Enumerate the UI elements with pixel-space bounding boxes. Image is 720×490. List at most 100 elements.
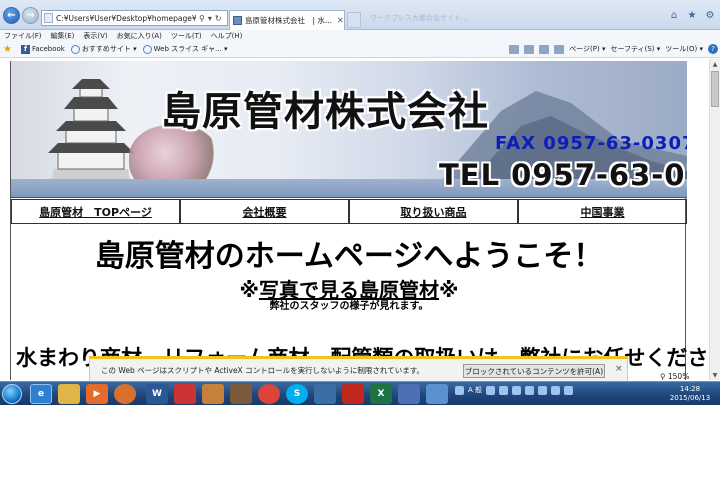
home-command-icon[interactable] — [509, 44, 520, 54]
help-icon[interactable]: ? — [708, 44, 718, 54]
file-explorer-icon[interactable] — [58, 384, 80, 404]
ime-indicator[interactable]: A 般 — [468, 385, 482, 395]
scroll-down-icon[interactable]: ▼ — [710, 370, 720, 380]
tab-title: 島原管材株式会社 | 水... — [245, 16, 333, 25]
nav-china-business[interactable]: 中国事業 — [518, 199, 687, 224]
page-viewport: 島原管材株式会社 FAX 0957-63-0307 TEL 0957-63-01… — [0, 59, 709, 380]
back-button[interactable]: ← — [3, 7, 20, 24]
favorites-button[interactable]: ★ — [0, 44, 15, 55]
application-icon-brown[interactable] — [230, 384, 252, 404]
security-notification-bar: この Web ページはスクリプトや ActiveX コントロールを実行しないよう… — [89, 356, 628, 382]
browser-tab-active[interactable]: 島原管材株式会社 | 水... ✕ — [229, 10, 345, 30]
tray-app-icon[interactable] — [455, 385, 464, 395]
browser-title-bar: ← → C:¥Users¥User¥Desktop¥homepage¥www. … — [0, 0, 720, 30]
menu-file[interactable]: ファイル(F) — [4, 31, 42, 41]
tray-icon-5[interactable] — [538, 385, 548, 395]
forward-button[interactable]: → — [22, 7, 39, 24]
browser-top-icons: ⌂ ★ ⚙ — [668, 9, 716, 21]
menu-view[interactable]: 表示(V) — [83, 31, 107, 41]
menu-favorites[interactable]: お気に入り(A) — [117, 31, 162, 41]
vertical-scrollbar[interactable]: ▲ ▼ — [709, 59, 720, 380]
favorite-facebook-label: Facebook — [31, 45, 65, 53]
clock-date: 2015/06/13 — [669, 394, 711, 402]
menu-help[interactable]: ヘルプ(H) — [211, 31, 243, 41]
application-icon-indigo[interactable] — [398, 384, 420, 404]
favorites-star-icon[interactable]: ★ — [686, 9, 698, 21]
nav-top-page[interactable]: 島原管材 TOPページ — [11, 199, 180, 224]
tray-icon-3[interactable] — [512, 385, 522, 395]
scroll-up-icon[interactable]: ▲ — [710, 59, 720, 69]
background-tab-text: ワークプレス大都合会サイト... — [370, 14, 468, 22]
notification-message: この Web ページはスクリプトや ActiveX コントロールを実行しないよう… — [101, 365, 424, 375]
menu-tools[interactable]: ツール(T) — [171, 31, 202, 41]
zoom-icon: ⚲ — [660, 372, 668, 381]
ie-icon — [70, 44, 80, 54]
home-icon[interactable]: ⌂ — [668, 9, 680, 21]
company-name: 島原管材株式会社 — [161, 89, 489, 135]
acrobat-icon[interactable] — [342, 384, 364, 404]
castle-graphic — [48, 79, 134, 184]
fax-number: FAX 0957-63-0307 — [495, 133, 687, 154]
application-icon-orange[interactable] — [202, 384, 224, 404]
start-button[interactable] — [2, 384, 22, 404]
application-icon-red[interactable] — [174, 384, 196, 404]
volume-icon[interactable] — [564, 385, 574, 395]
clock-time: 14:28 — [679, 385, 701, 393]
favorite-suggested-sites[interactable]: おすすめサイト ▾ — [70, 44, 137, 54]
tray-icon-4[interactable] — [525, 385, 535, 395]
forward-arrow-icon: → — [26, 10, 35, 21]
favorite-web-slice[interactable]: Web スライス ギャ... ▾ — [142, 44, 228, 54]
excel-icon[interactable]: X — [370, 384, 392, 404]
facebook-icon: f — [20, 44, 30, 54]
media-player-icon[interactable]: ▶ — [86, 384, 108, 404]
menu-bar: ファイル(F) 編集(E) 表示(V) お気に入り(A) ツール(T) ヘルプ(… — [0, 30, 720, 41]
address-bar[interactable]: C:¥Users¥User¥Desktop¥homepage¥www. ⚲ ▾ … — [41, 10, 228, 26]
nav-company-profile[interactable]: 会社概要 — [180, 199, 349, 224]
scroll-thumb[interactable] — [711, 71, 719, 107]
new-tab-button[interactable] — [347, 12, 361, 28]
firefox-icon[interactable] — [114, 384, 136, 404]
command-bar: ページ(P) ▾ セーフティ(S) ▾ ツール(O) ▾ ? — [509, 44, 718, 54]
refresh-icon[interactable]: ↻ — [215, 14, 222, 23]
allow-blocked-content-button[interactable]: ブロックされているコンテンツを許可(A) — [463, 364, 605, 378]
tools-menu[interactable]: ツール(O) ▾ — [665, 44, 703, 54]
skype-icon[interactable]: S — [286, 384, 308, 404]
web-slice-icon — [142, 44, 152, 54]
favicon-icon — [233, 16, 242, 25]
mail-icon[interactable] — [539, 44, 550, 54]
safety-menu[interactable]: セーフティ(S) ▾ — [610, 44, 660, 54]
menu-edit[interactable]: 編集(E) — [51, 31, 75, 41]
dropdown-icon[interactable]: ▾ — [208, 14, 212, 23]
print-icon[interactable] — [554, 44, 565, 54]
tab-close-icon[interactable]: ✕ — [337, 16, 344, 25]
page-menu[interactable]: ページ(P) ▾ — [569, 44, 605, 54]
back-arrow-icon: ← — [7, 10, 16, 21]
application-icon-blue[interactable] — [314, 384, 336, 404]
nav-products[interactable]: 取り扱い商品 — [349, 199, 518, 224]
windows-taskbar: e ▶ W S X A 般 14:28 2015/06/13 — [0, 381, 720, 405]
application-icon-window[interactable] — [426, 384, 448, 404]
notification-close-icon[interactable]: × — [615, 364, 623, 374]
favorite-facebook[interactable]: f Facebook — [20, 44, 65, 54]
tray-icon-1[interactable] — [486, 385, 496, 395]
welcome-heading: 島原管材のホームページへようこそ！ — [94, 239, 604, 274]
page-icon — [44, 13, 53, 23]
tel-number: TEL 0957-63-0133 — [439, 158, 687, 192]
photo-subtitle: 弊社のスタッフの様子が見れます。 — [269, 301, 429, 312]
search-icon[interactable]: ⚲ — [199, 14, 205, 23]
zoom-level[interactable]: ⚲ 150% — [660, 372, 689, 381]
internet-explorer-icon[interactable]: e — [30, 384, 52, 404]
web-page: 島原管材株式会社 FAX 0957-63-0307 TEL 0957-63-01… — [10, 61, 709, 380]
system-tray: A 般 — [455, 385, 574, 395]
network-icon[interactable] — [551, 385, 561, 395]
address-url: C:¥Users¥User¥Desktop¥homepage¥www. — [56, 13, 196, 23]
zoom-value: 150% — [667, 372, 690, 381]
favorite-suggested-label: おすすめサイト ▾ — [81, 45, 137, 53]
word-icon[interactable]: W — [146, 384, 168, 404]
taskbar-clock[interactable]: 14:28 2015/06/13 — [663, 385, 717, 403]
settings-gear-icon[interactable]: ⚙ — [704, 9, 716, 21]
site-navigation: 島原管材 TOPページ 会社概要 取り扱い商品 中国事業 — [11, 197, 687, 224]
feed-icon[interactable] — [524, 44, 535, 54]
tray-icon-2[interactable] — [499, 385, 509, 395]
chrome-icon[interactable] — [258, 384, 280, 404]
